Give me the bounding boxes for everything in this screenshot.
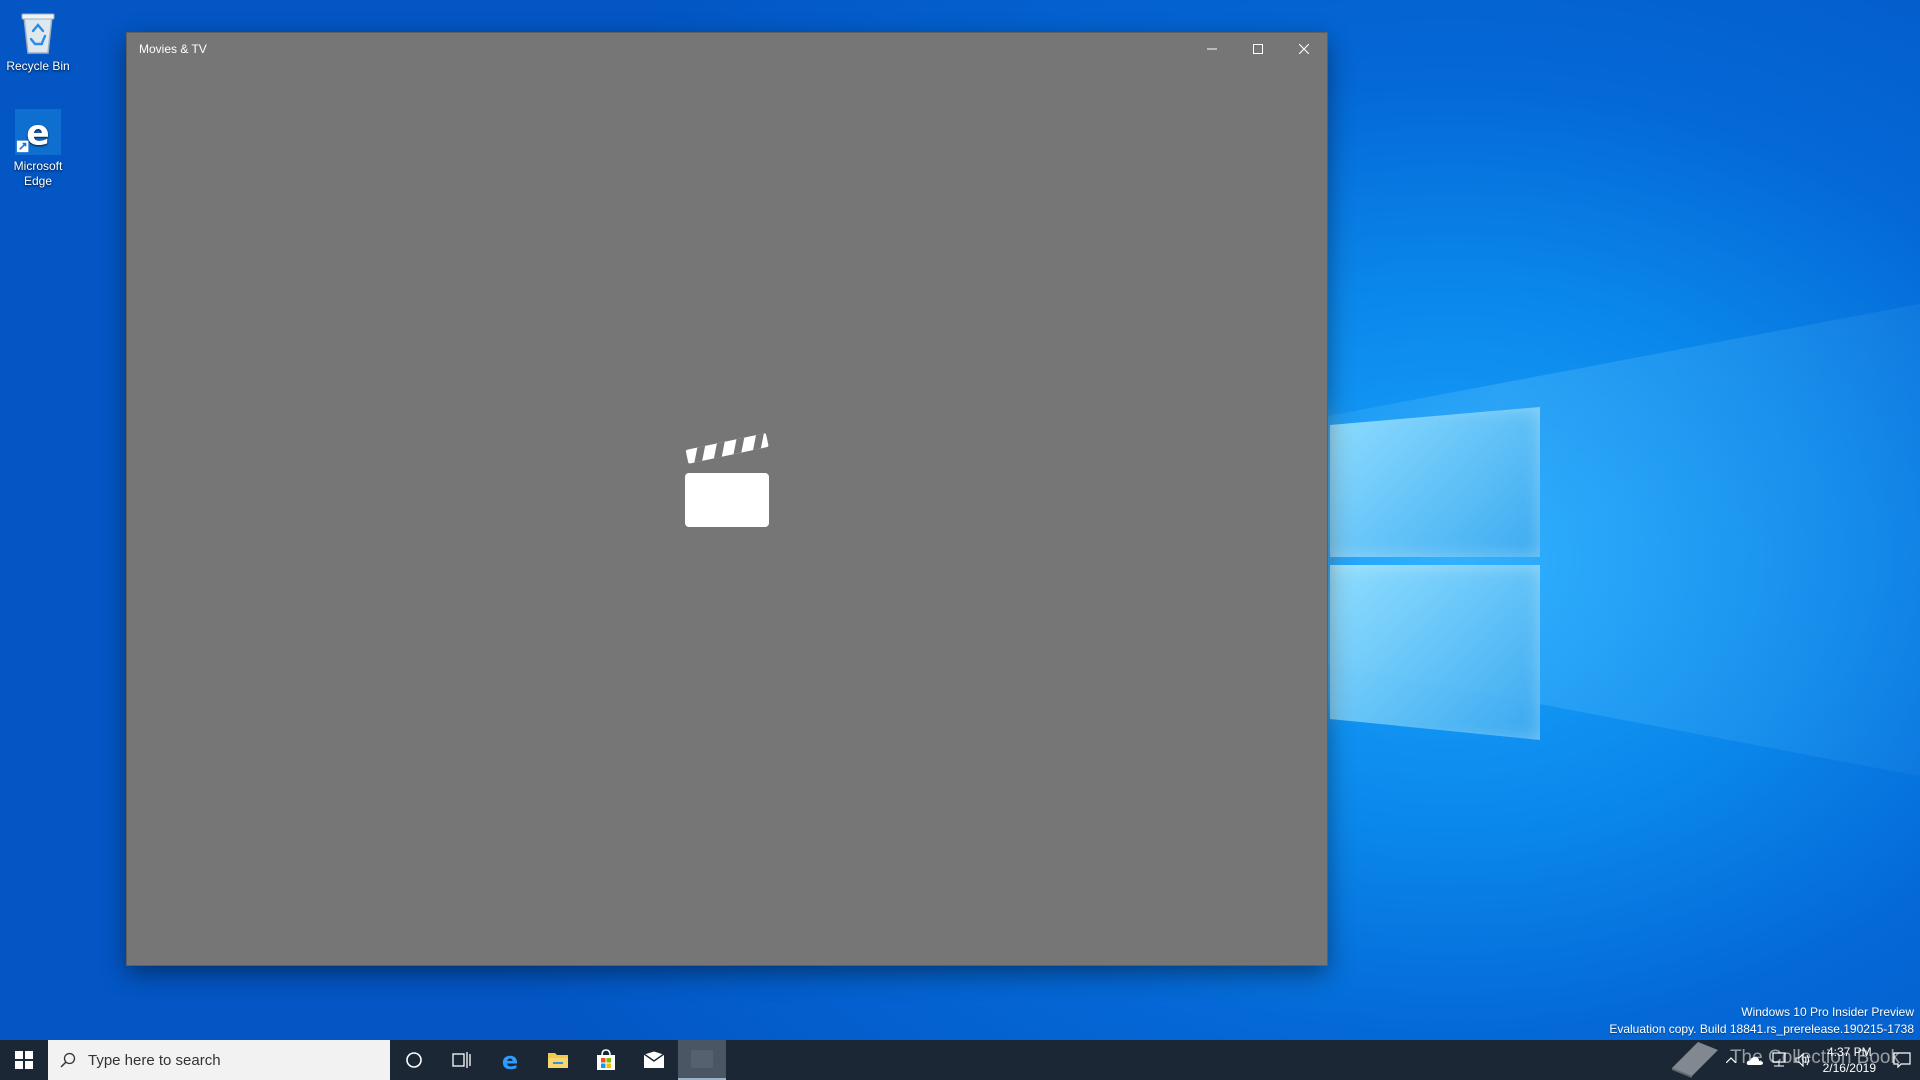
minimize-button[interactable]	[1189, 33, 1235, 65]
close-button[interactable]	[1281, 33, 1327, 65]
clapperboard-icon	[682, 433, 772, 533]
start-button[interactable]	[0, 1040, 48, 1080]
onedrive-icon	[1746, 1057, 1763, 1065]
recycle-bin-icon	[14, 8, 62, 56]
mail-icon	[643, 1051, 665, 1068]
watermark-build: Evaluation copy. Build 18841.rs_prerelea…	[1609, 1022, 1914, 1036]
cortana-button[interactable]	[390, 1040, 438, 1080]
movies-tv-window: Movies & TV	[127, 33, 1327, 965]
task-view-icon	[452, 1052, 471, 1068]
clock-time: 4:37 PM	[1826, 1045, 1872, 1059]
window-titlebar[interactable]: Movies & TV	[127, 33, 1327, 65]
watermark-edition: Windows 10 Pro Insider Preview	[1741, 1005, 1914, 1019]
movies-tv-icon	[691, 1050, 713, 1068]
windows-logo-wallpaper	[1302, 385, 1540, 745]
file-explorer-icon	[548, 1053, 568, 1068]
svg-text:e: e	[502, 1048, 518, 1072]
taskbar-edge-button[interactable]: e	[486, 1040, 534, 1080]
taskbar-search-box[interactable]: Type here to search	[48, 1040, 390, 1080]
edge-icon: e	[14, 108, 62, 156]
search-icon	[60, 1052, 76, 1068]
speaker-icon	[1795, 1052, 1809, 1068]
taskbar-movies-tv-button[interactable]	[678, 1040, 726, 1080]
close-icon	[1299, 44, 1309, 54]
action-center-button[interactable]	[1884, 1040, 1920, 1080]
system-tray: 4:37 PM 2/16/2019	[1719, 1040, 1920, 1080]
chevron-up-icon	[1725, 1057, 1736, 1063]
store-icon	[597, 1049, 615, 1070]
clock-date: 2/16/2019	[1822, 1061, 1876, 1075]
minimize-icon	[1207, 48, 1217, 50]
taskbar-store-button[interactable]	[582, 1040, 630, 1080]
edge-icon: e	[502, 1048, 518, 1072]
window-title: Movies & TV	[139, 42, 207, 56]
taskbar-mail-button[interactable]	[630, 1040, 678, 1080]
notification-icon	[1893, 1052, 1911, 1068]
taskbar-clock[interactable]: 4:37 PM 2/16/2019	[1815, 1044, 1884, 1076]
network-button[interactable]	[1767, 1040, 1791, 1080]
desktop-icon-recycle-bin[interactable]: Recycle Bin	[0, 8, 76, 74]
onedrive-button[interactable]	[1743, 1040, 1767, 1080]
show-hidden-icons-button[interactable]	[1719, 1040, 1743, 1080]
taskbar: Type here to search e 4:37 PM 2/16/2019	[0, 1040, 1920, 1080]
desktop-icon-label: Microsoft Edge	[13, 159, 63, 188]
taskbar-file-explorer-button[interactable]	[534, 1040, 582, 1080]
search-placeholder: Type here to search	[88, 1051, 221, 1069]
desktop-icon-label: Recycle Bin	[6, 59, 70, 73]
windows-start-icon	[15, 1051, 33, 1069]
volume-button[interactable]	[1791, 1040, 1815, 1080]
window-controls	[1189, 33, 1327, 65]
build-watermark: Windows 10 Pro Insider Preview Evaluatio…	[1609, 1004, 1914, 1038]
maximize-icon	[1253, 44, 1263, 54]
cortana-icon	[406, 1052, 422, 1068]
network-icon	[1772, 1052, 1786, 1067]
svg-text:e: e	[26, 113, 49, 153]
desktop: Recycle Bin e Microsoft Edge Movies & TV	[0, 0, 1920, 1080]
task-view-button[interactable]	[438, 1040, 486, 1080]
maximize-button[interactable]	[1235, 33, 1281, 65]
desktop-icon-microsoft-edge[interactable]: e Microsoft Edge	[0, 108, 76, 189]
